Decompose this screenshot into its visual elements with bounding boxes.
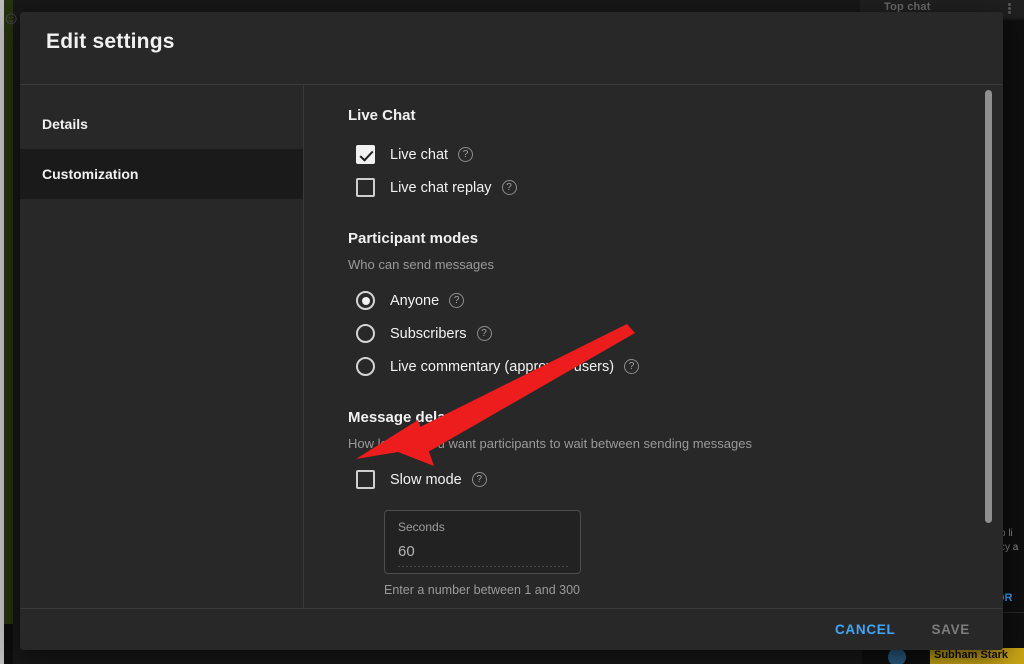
checkbox-row-live-chat-replay[interactable]: Live chat replay ?: [348, 171, 1003, 204]
page-title: Edit settings: [46, 30, 175, 53]
checkbox-label-live-chat: Live chat: [390, 146, 449, 163]
dialog-body: Details Customization Live Chat Live cha…: [20, 85, 1003, 608]
dialog-footer: CANCEL SAVE: [20, 609, 1003, 650]
seconds-field-wrap: Seconds 60 Enter a number between 1 and …: [384, 510, 1003, 597]
checkbox-label-live-chat-replay: Live chat replay: [390, 179, 492, 196]
author-badge: Subham Stark: [930, 648, 1024, 664]
radio-anyone[interactable]: [356, 291, 375, 310]
save-button[interactable]: SAVE: [920, 614, 981, 645]
sidebar-item-customization[interactable]: Customization: [20, 149, 303, 199]
help-icon[interactable]: ?: [471, 472, 487, 487]
section-title-message-delay: Message delay: [348, 409, 454, 426]
radio-subscribers[interactable]: [356, 324, 375, 343]
radio-row-subscribers[interactable]: Subscribers ?: [348, 317, 1003, 350]
cancel-button[interactable]: CANCEL: [824, 614, 906, 645]
sidebar-item-label: Customization: [42, 166, 139, 182]
participant-modes-group: Participant modes Who can send messages …: [348, 230, 1003, 383]
radio-live-commentary[interactable]: [356, 357, 375, 376]
checkbox-slow-mode[interactable]: [356, 470, 375, 489]
sidebar-item-details[interactable]: Details: [20, 99, 303, 149]
help-icon[interactable]: ?: [476, 326, 492, 341]
checkbox-live-chat-replay[interactable]: [356, 178, 375, 197]
radio-label-anyone: Anyone: [390, 292, 440, 309]
radio-row-anyone[interactable]: Anyone ?: [348, 284, 1003, 317]
help-icon[interactable]: ?: [449, 293, 465, 308]
section-title-live-chat: Live Chat: [348, 107, 416, 124]
background-chat-text-line2: cy a: [1000, 542, 1019, 553]
checkbox-row-live-chat[interactable]: Live chat ?: [348, 138, 1003, 171]
section-subtitle-participant-modes: Who can send messages: [348, 257, 494, 272]
dialog-header: Edit settings: [20, 12, 1003, 72]
chat-overflow-icon[interactable]: [1008, 3, 1011, 14]
seconds-input-helper-text: Enter a number between 1 and 300: [384, 583, 580, 597]
help-icon[interactable]: ?: [624, 359, 640, 374]
message-delay-group: Message delay How long do you want parti…: [348, 409, 1003, 597]
checkbox-row-slow-mode[interactable]: Slow mode ?: [348, 463, 1003, 496]
content-scrollbar-track[interactable]: [985, 85, 998, 608]
help-icon[interactable]: ?: [458, 147, 474, 162]
background-chat-text-line1: o li: [1000, 528, 1013, 539]
section-subtitle-message-delay: How long do you want participants to wai…: [348, 436, 752, 451]
settings-content: Live Chat Live chat ? Live chat replay ?…: [303, 85, 1003, 608]
screen: ☺ Top chat o li cy a OR Subham Stark Edi…: [0, 0, 1024, 664]
help-icon[interactable]: ?: [501, 180, 517, 195]
radio-label-live-commentary: Live commentary (approved users): [390, 358, 615, 375]
background-left-edge: [0, 0, 4, 664]
radio-row-live-commentary[interactable]: Live commentary (approved users) ?: [348, 350, 1003, 383]
seconds-input-underline: [398, 566, 569, 567]
content-scrollbar-thumb[interactable]: [985, 90, 992, 523]
checkbox-live-chat[interactable]: [356, 145, 375, 164]
seconds-input-value: 60: [398, 543, 415, 560]
avatar: [888, 648, 906, 664]
seconds-input[interactable]: Seconds 60: [384, 510, 581, 574]
edit-settings-dialog: Edit settings Details Customization Live…: [20, 12, 1003, 650]
sidebar-item-label: Details: [42, 116, 88, 132]
live-chat-group: Live Chat Live chat ? Live chat replay ?: [348, 107, 1003, 204]
checkbox-label-slow-mode: Slow mode: [390, 471, 462, 488]
section-title-participant-modes: Participant modes: [348, 230, 479, 247]
radio-label-subscribers: Subscribers: [390, 325, 467, 342]
seconds-input-label: Seconds: [398, 520, 445, 534]
dialog-sidebar: Details Customization: [20, 85, 303, 608]
